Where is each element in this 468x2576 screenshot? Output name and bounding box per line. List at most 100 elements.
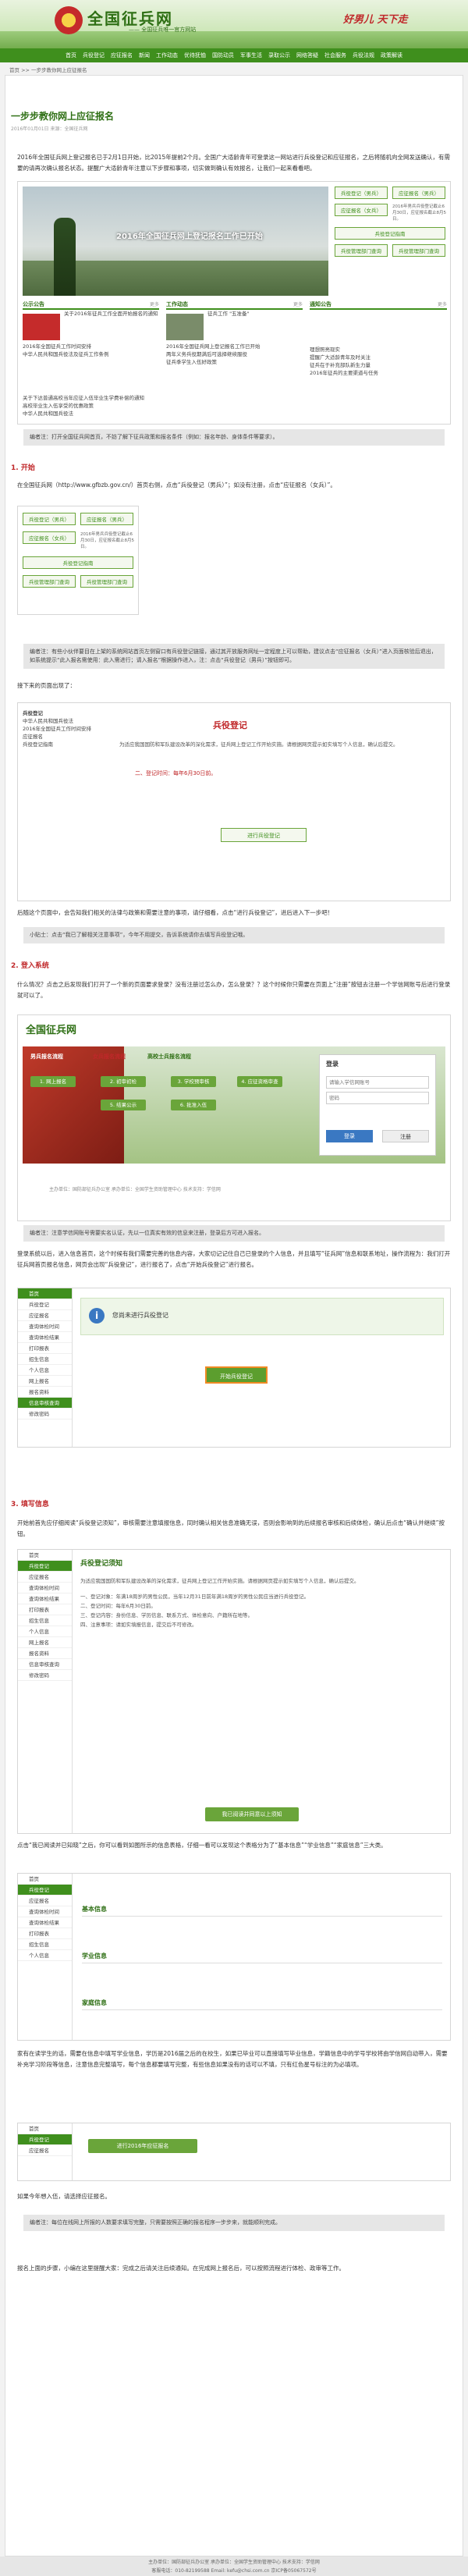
- office-lookup-button-2[interactable]: 兵役管理部门查询: [80, 575, 133, 588]
- side-menu-item[interactable]: 打印报表: [18, 1343, 72, 1354]
- nav-item[interactable]: 社会服务: [324, 48, 346, 62]
- nav-item[interactable]: 新闻: [139, 48, 150, 62]
- list-item[interactable]: 中华人民共和国兵役法: [23, 410, 444, 417]
- list-item[interactable]: 征兵工作 "五准备": [207, 310, 303, 341]
- list-item[interactable]: 征兵季学生入伍好政策: [166, 358, 303, 366]
- list-item[interactable]: 2016年全国征兵工作时间安排: [23, 341, 159, 350]
- side-menu-item[interactable]: 信息审核查询: [18, 1659, 72, 1670]
- side-menu-item[interactable]: 修改密码: [18, 1670, 72, 1681]
- nav-item[interactable]: 录取公示: [268, 48, 290, 62]
- side-menu-item[interactable]: 网上报名: [18, 1637, 72, 1648]
- nav-item[interactable]: 工作动态: [156, 48, 178, 62]
- nav-item[interactable]: 兵役法规: [353, 48, 374, 62]
- side-menu-item[interactable]: 查询体检结果: [18, 1594, 72, 1604]
- office-lookup-button[interactable]: 兵役管理部门查询: [335, 244, 388, 257]
- side-menu-item[interactable]: 查询体检结果: [18, 1917, 72, 1928]
- registration-guide-button[interactable]: 兵役登记指南: [23, 556, 133, 569]
- nav-item[interactable]: 政策解读: [381, 48, 402, 62]
- side-menu-item[interactable]: 打印报表: [18, 1928, 72, 1939]
- side-menu-item[interactable]: 兵役登记: [18, 1561, 72, 1572]
- more-link[interactable]: 更多: [438, 300, 447, 307]
- form-notice-body: 为适应我国国防和军队建设改革的深化需求，征兵网上登记工作开始实施。请根据网页提示…: [80, 1576, 444, 1629]
- site-header: 全国征兵网 —— 全国征兵唯一官方网站 好男儿 天下走: [0, 0, 468, 48]
- office-lookup-button-2[interactable]: 兵役管理部门查询: [392, 244, 445, 257]
- side-menu-item[interactable]: 首页: [18, 1550, 72, 1561]
- login-button[interactable]: 登录: [326, 1130, 373, 1142]
- enlistment-female-button[interactable]: 应征报名（女兵）: [335, 204, 388, 216]
- side-menu-item[interactable]: 首页: [18, 2123, 72, 2134]
- side-menu-item[interactable]: 应征报名: [18, 1896, 72, 1906]
- side-menu-item[interactable]: 查询体检时间: [18, 1583, 72, 1594]
- list-item[interactable]: 关于2016年征兵工作全面开始报名的通知: [64, 310, 159, 341]
- editor-note-2: 编者注：有些小伙伴要目在上架的系统网站首页左侧窗口有兵役登记链接，通过其开放服务…: [23, 644, 445, 669]
- side-menu-item[interactable]: 兵役登记: [18, 1299, 72, 1310]
- side-menu-item[interactable]: 查询体检时间: [18, 1906, 72, 1917]
- apply-enlistment-button[interactable]: 进行2016年应征报名: [88, 2139, 197, 2153]
- start-registration-button[interactable]: 开始兵役登记: [205, 1366, 268, 1384]
- side-menu-item[interactable]: 修改密码: [18, 1409, 72, 1419]
- enlistment-male-button[interactable]: 应征报名（男兵）: [392, 187, 445, 199]
- side-menu-item[interactable]: 个人信息: [18, 1626, 72, 1637]
- nav-item[interactable]: 国防动员: [212, 48, 234, 62]
- nav-item[interactable]: 军事生活: [240, 48, 262, 62]
- list-item[interactable]: 应征报名: [23, 733, 108, 741]
- section-2-after-login: 登录系统以后，进入信息首页，这个时候有我们需要完善的信息内容，大家切记记住自己已…: [17, 1250, 451, 1268]
- enlistment-male-button[interactable]: 应征报名（男兵）: [80, 513, 133, 525]
- side-menu-item[interactable]: 首页: [18, 1288, 72, 1299]
- list-item[interactable]: 2016年征兵的主要渠道与任务: [310, 369, 447, 377]
- nav-item[interactable]: 网络答疑: [296, 48, 318, 62]
- side-menu-item[interactable]: 报名资料: [18, 1387, 72, 1398]
- side-menu-item[interactable]: 应征报名: [18, 2145, 72, 2156]
- side-menu-item[interactable]: 打印报表: [18, 1604, 72, 1615]
- registration-text: 为适应我国国防和军队建设改革的深化需求，征兵网上登记工作开始实施。请根据网页提示…: [119, 741, 399, 748]
- password-input[interactable]: [326, 1092, 429, 1104]
- side-menu-item[interactable]: 查询体检时间: [18, 1321, 72, 1332]
- list-item[interactable]: 兵役登记: [23, 709, 108, 717]
- list-item[interactable]: 提醒广大适龄青年及时关注: [310, 354, 447, 361]
- flow-tab[interactable]: 高校士兵报名流程: [147, 1053, 191, 1061]
- enlistment-female-button[interactable]: 应征报名（女兵）: [23, 531, 76, 544]
- list-item[interactable]: 关于下达普通高校当年应征入伍毕业生学费补偿的通知: [23, 394, 444, 402]
- side-menu-item[interactable]: 个人信息: [18, 1950, 72, 1961]
- nav-item[interactable]: 应征报名: [111, 48, 133, 62]
- nav-item[interactable]: 首页: [66, 48, 76, 62]
- start-registration-button[interactable]: 进行兵役登记: [221, 828, 307, 842]
- list-item[interactable]: 2016年全国征兵网上登记报名工作已开始: [166, 341, 303, 350]
- list-item[interactable]: 中华人民共和国兵役法及征兵工作条例: [23, 350, 159, 358]
- side-menu-item[interactable]: 报名资料: [18, 1648, 72, 1659]
- list-item[interactable]: 中华人民共和国兵役法: [23, 717, 108, 725]
- side-menu-item[interactable]: 应征报名: [18, 1310, 72, 1321]
- more-link[interactable]: 更多: [150, 300, 159, 307]
- side-menu-item[interactable]: 查询体检结果: [18, 1332, 72, 1343]
- military-registration-male-button[interactable]: 兵役登记（男兵）: [23, 513, 76, 525]
- side-menu-item[interactable]: 兵役登记: [18, 2134, 72, 2145]
- list-item[interactable]: 两年义务兵役期满后可选择继续服役: [166, 350, 303, 358]
- nav-item[interactable]: 优待抚恤: [184, 48, 206, 62]
- side-menu-item[interactable]: 网上报名: [18, 1376, 72, 1387]
- side-menu-item[interactable]: 首页: [18, 1874, 72, 1885]
- list-item[interactable]: 理想照亮现实: [310, 346, 447, 354]
- list-item[interactable]: 征兵在于补充部队新生力量: [310, 361, 447, 369]
- side-menu-item[interactable]: 招生信息: [18, 1939, 72, 1950]
- registration-guide-button[interactable]: 兵役登记指南: [335, 227, 445, 240]
- list-item[interactable]: 兵役登记指南: [23, 741, 108, 748]
- list-item[interactable]: 高校毕业生入伍享受的优惠政策: [23, 402, 444, 410]
- side-menu-item[interactable]: 招生信息: [18, 1615, 72, 1626]
- nav-item[interactable]: 兵役登记: [83, 48, 105, 62]
- side-menu-item[interactable]: 应征报名: [18, 1572, 72, 1583]
- username-input[interactable]: [326, 1076, 429, 1089]
- side-menu-item[interactable]: 信息审核查询: [18, 1398, 72, 1409]
- military-registration-male-button[interactable]: 兵役登记（男兵）: [335, 187, 388, 199]
- side-menu-item[interactable]: 兵役登记: [18, 1885, 72, 1896]
- register-button[interactable]: 注册: [382, 1130, 429, 1142]
- info-section-basic: 基本信息: [82, 1906, 107, 1913]
- office-lookup-button[interactable]: 兵役管理部门查询: [23, 575, 76, 588]
- accept-notice-button[interactable]: 我已阅读并同意以上须知: [205, 1807, 299, 1821]
- more-link[interactable]: 更多: [293, 300, 303, 307]
- side-menu-item[interactable]: 招生信息: [18, 1354, 72, 1365]
- flow-tab[interactable]: 男兵报名流程: [30, 1053, 63, 1061]
- welcome-panel: i 您尚未进行兵役登记: [80, 1298, 444, 1335]
- list-item[interactable]: 2016年全国征兵工作时间安排: [23, 725, 108, 733]
- side-menu-item[interactable]: 个人信息: [18, 1365, 72, 1376]
- flow-tab[interactable]: 女兵报名流程: [93, 1053, 126, 1061]
